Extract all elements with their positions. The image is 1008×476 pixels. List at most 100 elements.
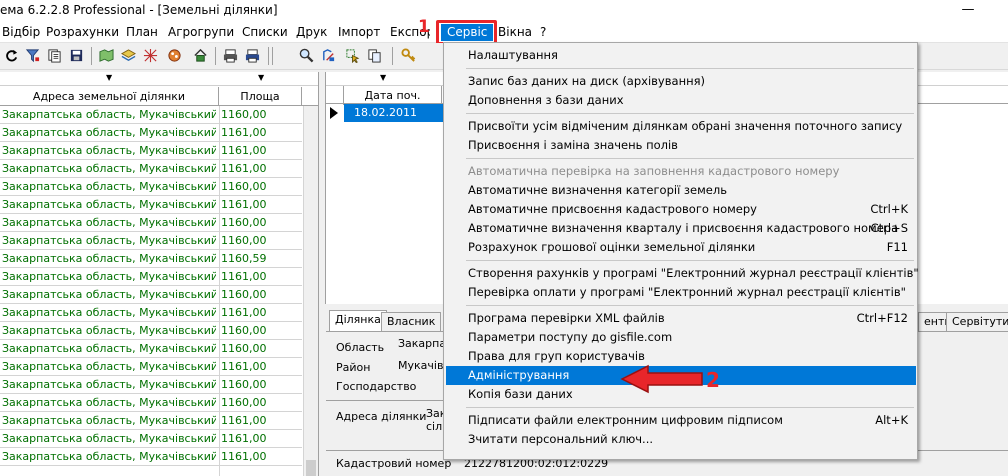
cell-address[interactable]: Закарпатська область, Мукачівський район (2, 378, 216, 391)
menu-item[interactable]: Присвоєння і заміна значень полів (446, 136, 916, 155)
table-row[interactable]: Закарпатська область, Мукачівський район… (0, 142, 302, 160)
menu-rozrakhunky[interactable]: Розрахунки (46, 25, 119, 39)
cell-area[interactable]: 1161,00 (221, 270, 301, 283)
table-row[interactable]: Закарпатська область, Мукачівський район… (0, 160, 302, 178)
cell-address[interactable]: Закарпатська область, Мукачівський район (2, 144, 216, 157)
cell-area[interactable]: 1160,59 (221, 252, 301, 265)
table-row[interactable]: Закарпатська область, Мукачівський район… (0, 394, 302, 412)
chart-icon[interactable] (166, 47, 184, 65)
print-preview-icon[interactable] (222, 47, 240, 65)
column-header-area[interactable]: Площа (219, 87, 302, 106)
table-row[interactable]: Закарпатська область, Мукачівський район… (0, 376, 302, 394)
menu-help[interactable]: ? (540, 25, 546, 39)
menu-item[interactable]: Автоматичне присвоєння кадастрового номе… (446, 200, 916, 219)
cell-area[interactable]: 1161,00 (221, 162, 301, 175)
cell-address[interactable]: Закарпатська область, Мукачівський район (2, 234, 216, 247)
cell-address[interactable]: Закарпатська область, Мукачівський район (2, 180, 216, 193)
menu-item[interactable]: Налаштування (446, 46, 916, 65)
cell-address[interactable]: Закарпатська область, Мукачівський район (2, 288, 216, 301)
layers-icon[interactable] (120, 47, 138, 65)
tab-vlasnyk[interactable]: Власник (381, 312, 442, 331)
table-row[interactable]: Закарпатська область, Мукачівський район… (0, 106, 302, 124)
house-icon[interactable] (192, 47, 210, 65)
menu-ahrohrupy[interactable]: Агрогрупи (168, 25, 234, 39)
table-row[interactable]: Закарпатська область, Мукачівський район… (0, 448, 302, 466)
cell-area[interactable]: 1160,00 (221, 378, 301, 391)
cell-area[interactable]: 1161,00 (221, 360, 301, 373)
tab-servituty[interactable]: Сервітути (946, 312, 1008, 331)
cell-address[interactable]: Закарпатська область, Мукачівський район (2, 108, 216, 121)
menu-item[interactable]: Параметри поступу до gisfile.com (446, 328, 916, 347)
cell-address[interactable]: Закарпатська область, Мукачівський район (2, 342, 216, 355)
table-row[interactable]: 18.02.2011 (326, 104, 462, 122)
cell-area[interactable]: 1160,00 (221, 396, 301, 409)
table-row[interactable]: Закарпатська область, Мукачівський район… (0, 430, 302, 448)
table-row[interactable]: Закарпатська область, Мукачівський район… (0, 196, 302, 214)
scrollbar-thumb[interactable] (306, 460, 316, 476)
column-header-start-date[interactable]: Дата поч. (344, 86, 442, 105)
map-icon[interactable] (98, 47, 116, 65)
grid-icon[interactable] (142, 47, 160, 65)
menu-druk[interactable]: Друк (296, 25, 327, 39)
column-header-address[interactable]: Адреса земельної ділянки (0, 87, 219, 106)
cell-address[interactable]: Закарпатська область, Мукачівський район (2, 252, 216, 265)
cell-address[interactable]: Закарпатська область, Мукачівський район (2, 432, 216, 445)
cell-address[interactable]: Закарпатська область, Мукачівський район (2, 216, 216, 229)
cell-area[interactable]: 1161,00 (221, 450, 301, 463)
menu-item[interactable]: Перевірка оплати у програмі "Електронний… (446, 283, 916, 302)
cell-area[interactable]: 1161,00 (221, 198, 301, 211)
table-row[interactable]: Закарпатська область, Мукачівський район… (0, 250, 302, 268)
cell-area[interactable]: 1160,00 (221, 108, 301, 121)
filter-dropdown-icon[interactable]: ▼ (258, 73, 264, 82)
menu-item[interactable]: Підписати файли електронним цифровим під… (446, 411, 916, 430)
menu-plan[interactable]: План (126, 25, 158, 39)
cell-address[interactable]: Закарпатська область, Мукачівський район (2, 324, 216, 337)
attach-icon[interactable] (320, 47, 338, 65)
menu-item[interactable]: Запис баз даних на диск (архівування) (446, 72, 916, 91)
menu-spysky[interactable]: Списки (242, 25, 288, 39)
copy-records-icon[interactable] (46, 47, 64, 65)
menu-vidbir[interactable]: Відбір (2, 25, 40, 39)
vertical-scrollbar[interactable] (303, 106, 318, 476)
menu-item[interactable]: Створення рахунків у програмі "Електронн… (446, 264, 919, 283)
table-row[interactable]: Закарпатська область, Мукачівський район… (0, 178, 302, 196)
cell-address[interactable]: Закарпатська область, Мукачівський район (2, 306, 216, 319)
cell-area[interactable]: 1160,00 (221, 234, 301, 247)
copy-icon[interactable] (366, 47, 384, 65)
cell-area[interactable]: 1160,00 (221, 324, 301, 337)
save-icon[interactable] (68, 47, 86, 65)
table-row[interactable]: Закарпатська область, Мукачівський район… (0, 214, 302, 232)
field-value-raion[interactable]: Мукачів (398, 359, 446, 372)
cell-area[interactable]: 1160,00 (221, 180, 301, 193)
menu-item[interactable]: Автоматичне визначення кварталу і присво… (446, 219, 916, 238)
cell-address[interactable]: Закарпатська область, Мукачівський район (2, 198, 216, 211)
select-icon[interactable] (344, 47, 362, 65)
table-row[interactable]: Закарпатська область, Мукачівський район… (0, 232, 302, 250)
cell-area[interactable]: 1161,00 (221, 432, 301, 445)
table-row[interactable]: Закарпатська область, Мукачівський район… (0, 340, 302, 358)
cell-area[interactable]: 1160,00 (221, 216, 301, 229)
key-icon[interactable] (400, 47, 418, 65)
menu-item[interactable]: Зчитати персональний ключ... (446, 430, 916, 449)
table-row[interactable]: Закарпатська область, Мукачівський район… (0, 304, 302, 322)
menu-item[interactable]: Автоматичне визначення категорії земель (446, 181, 916, 200)
cell-address[interactable]: Закарпатська область, Мукачівський район (2, 162, 216, 175)
cell-address[interactable]: Закарпатська область, Мукачівський район (2, 126, 216, 139)
minimize-icon[interactable]: — (960, 2, 976, 17)
cell-address[interactable]: Закарпатська область, Мукачівський район (2, 450, 216, 463)
filter-dropdown-icon[interactable]: ▼ (380, 73, 386, 82)
cell-address[interactable]: Закарпатська область, Мукачівський район (2, 414, 216, 427)
menu-item[interactable]: Програма перевірки XML файлів Ctrl+F12 (446, 309, 916, 328)
menu-import[interactable]: Імпорт (338, 25, 380, 39)
cell-address[interactable]: Закарпатська область, Мукачівський район (2, 396, 216, 409)
field-value-oblast[interactable]: Закарпа (398, 337, 446, 350)
cell-area[interactable]: 1161,00 (221, 306, 301, 319)
table-row[interactable]: Закарпатська область, Мукачівський район… (0, 358, 302, 376)
cell-area[interactable]: 1160,00 (221, 288, 301, 301)
tab-dilianka[interactable]: Ділянка (329, 310, 387, 332)
cell-area[interactable]: 1160,00 (221, 342, 301, 355)
menu-item[interactable]: Розрахунок грошової оцінки земельної діл… (446, 238, 916, 257)
print-icon[interactable] (244, 47, 262, 65)
cell-area[interactable]: 1161,00 (221, 414, 301, 427)
menu-item[interactable]: Доповнення з бази даних (446, 91, 916, 110)
